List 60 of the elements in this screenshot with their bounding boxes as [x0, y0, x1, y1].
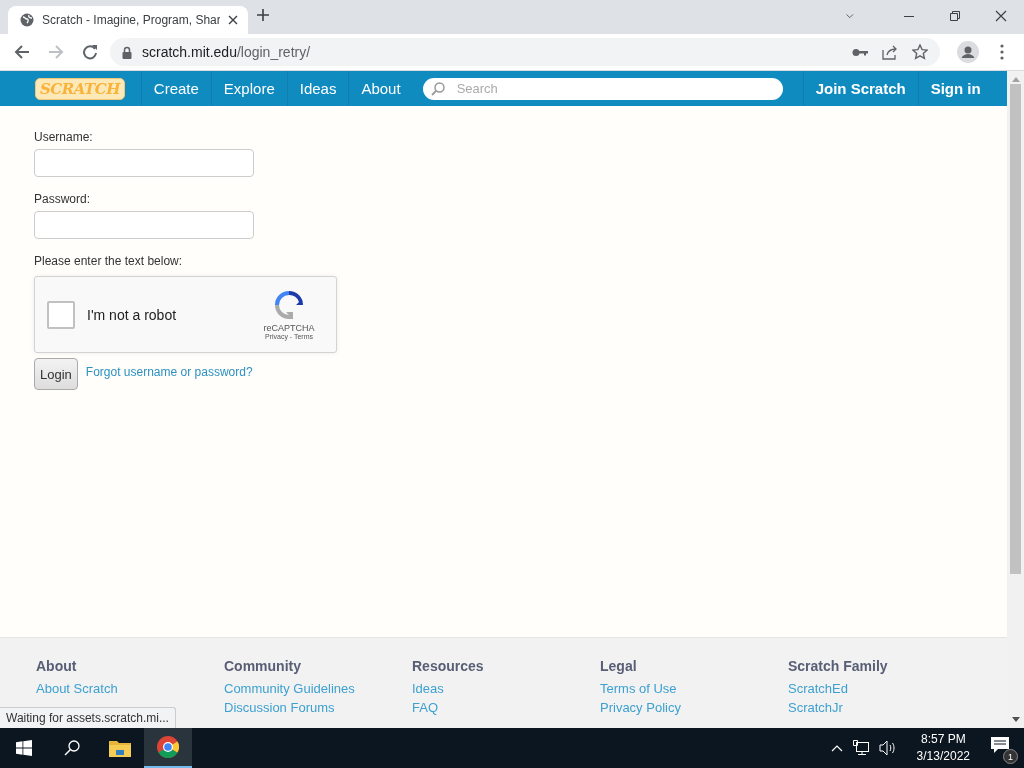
footer-link[interactable]: Privacy Policy [600, 700, 788, 715]
clock-time[interactable]: 8:57 PM [920, 731, 966, 748]
forgot-password-link[interactable]: Forgot username or password? [85, 365, 253, 379]
scrollbar-thumb[interactable] [1010, 84, 1021, 574]
captcha-prompt: Please enter the text below: [34, 254, 184, 268]
nav-link[interactable]: Join Scratch [802, 71, 918, 106]
nav-link[interactable]: Sign in [917, 71, 993, 106]
close-icon[interactable] [228, 15, 238, 25]
network-icon[interactable] [852, 740, 869, 756]
key-icon[interactable] [852, 47, 868, 57]
url-text: scratch.mit.edu/login_retry/ [142, 44, 311, 60]
nav-link[interactable]: Explore [210, 71, 287, 106]
address-bar[interactable]: scratch.mit.edu/login_retry/ [110, 38, 940, 66]
recaptcha-logo-icon [273, 289, 305, 321]
footer-link[interactable]: Community Guidelines [224, 681, 412, 696]
search-icon[interactable] [64, 740, 80, 756]
input-field[interactable] [34, 211, 254, 239]
nav-link[interactable]: Create [140, 71, 211, 106]
footer-heading: Legal [600, 658, 638, 674]
folder-icon[interactable] [109, 739, 131, 757]
recaptcha-brand: reCAPTCHA [263, 323, 315, 333]
globe-icon [20, 13, 34, 27]
scroll-down-arrow-icon[interactable] [1011, 717, 1020, 722]
back-arrow-icon[interactable] [14, 44, 30, 60]
profile-avatar-icon[interactable] [957, 41, 979, 63]
browser-tab[interactable]: Scratch - Imagine, Program, Shar [8, 6, 248, 34]
footer-heading: Scratch Family [788, 658, 889, 674]
captcha-label: I'm not a robot [87, 306, 178, 323]
clock-date[interactable]: 3/13/2022 [916, 748, 970, 765]
star-icon[interactable] [912, 44, 928, 60]
footer-heading: Community [224, 658, 302, 674]
footer-link[interactable]: Discussion Forums [224, 700, 412, 715]
search-field[interactable]: Search [422, 77, 783, 100]
field-label: Username: [34, 130, 94, 144]
footer-link[interactable]: About Scratch [36, 681, 224, 696]
footer-link[interactable]: Terms of Use [600, 681, 788, 696]
footer-link[interactable]: Ideas [412, 681, 600, 696]
footer-heading: About [36, 658, 78, 674]
footer-link[interactable]: ScratchJr [788, 700, 976, 715]
new-tab-icon[interactable] [256, 8, 270, 22]
chevron-up-icon[interactable] [830, 744, 843, 752]
nav-link[interactable]: Ideas [286, 71, 349, 106]
notification-count: 1 [1003, 749, 1018, 764]
lock-icon [122, 45, 132, 59]
footer-link[interactable]: ScratchEd [788, 681, 976, 696]
share-icon[interactable] [882, 44, 898, 60]
checkbox[interactable] [47, 300, 75, 329]
login-button[interactable]: Login [34, 358, 78, 390]
windows-start-icon[interactable] [16, 740, 32, 756]
chrome-icon[interactable] [157, 736, 179, 758]
notification-icon[interactable] [990, 736, 1010, 754]
footer-heading: Resources [412, 658, 485, 674]
footer-link[interactable]: FAQ [412, 700, 600, 715]
field-label: Password: [34, 192, 92, 206]
input-field[interactable] [34, 149, 254, 177]
reload-icon[interactable] [82, 44, 98, 60]
nav-link[interactable]: About [348, 71, 413, 106]
status-bubble: Waiting for assets.scratch.mi... [0, 707, 176, 728]
speaker-icon[interactable] [878, 740, 897, 756]
menu-icon[interactable] [1000, 44, 1004, 60]
